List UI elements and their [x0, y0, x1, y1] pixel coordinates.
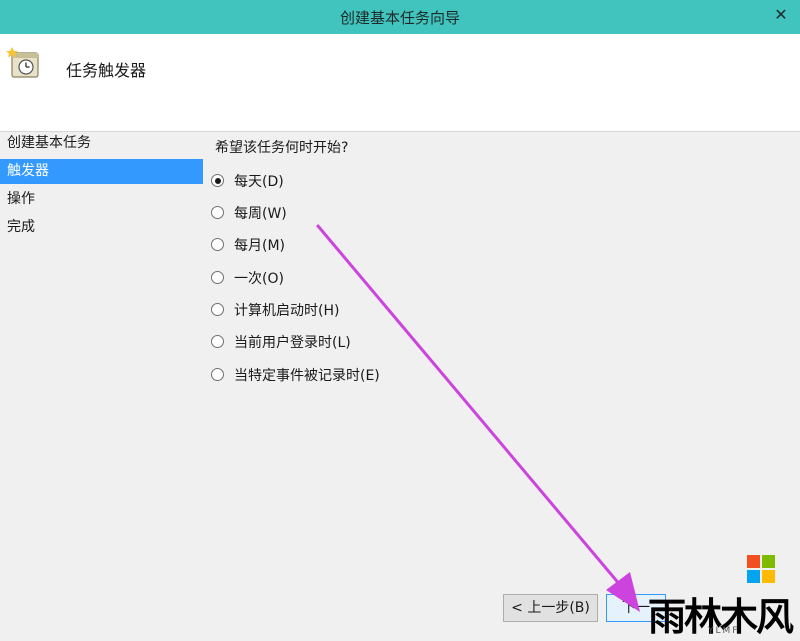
radio-button[interactable] — [211, 368, 224, 381]
radio-button[interactable] — [211, 335, 224, 348]
watermark-subtext: YLMF — [708, 626, 740, 636]
title-bar: 创建基本任务向导 ✕ — [0, 0, 800, 34]
sidebar-item-create-basic-task[interactable]: 创建基本任务 — [0, 131, 203, 156]
radio-button[interactable] — [211, 174, 224, 187]
radio-button[interactable] — [211, 206, 224, 219]
back-button[interactable]: < 上一步(B) — [503, 594, 598, 622]
radio-label[interactable]: 当前用户登录时(L) — [234, 332, 351, 352]
radio-label[interactable]: 一次(O) — [234, 268, 284, 288]
wizard-header: 任务触发器 — [0, 34, 800, 132]
wizard-steps-sidebar: 创建基本任务 触发器 操作 完成 — [0, 131, 205, 630]
sidebar-item-action[interactable]: 操作 — [0, 187, 203, 212]
window-title: 创建基本任务向导 — [339, 9, 460, 27]
radio-label[interactable]: 当特定事件被记录时(E) — [234, 365, 380, 385]
radio-button[interactable] — [211, 271, 224, 284]
sidebar-item-finish[interactable]: 完成 — [0, 215, 203, 240]
radio-label[interactable]: 每天(D) — [234, 171, 284, 191]
watermark-logo: 雨林木风 YLMF — [648, 552, 800, 639]
radio-label[interactable]: 每周(W) — [234, 203, 287, 223]
windows-logo-icon — [747, 555, 776, 584]
trigger-question: 希望该任务何时开始? — [215, 140, 349, 156]
radio-button[interactable] — [211, 238, 224, 251]
sidebar-item-trigger[interactable]: 触发器 — [0, 159, 203, 184]
close-button[interactable]: ✕ — [768, 4, 794, 26]
radio-label[interactable]: 计算机启动时(H) — [234, 300, 339, 320]
scheduled-task-clock-icon — [6, 47, 39, 78]
radio-button[interactable] — [211, 303, 224, 316]
page-title: 任务触发器 — [66, 61, 147, 80]
radio-label[interactable]: 每月(M) — [234, 235, 285, 255]
